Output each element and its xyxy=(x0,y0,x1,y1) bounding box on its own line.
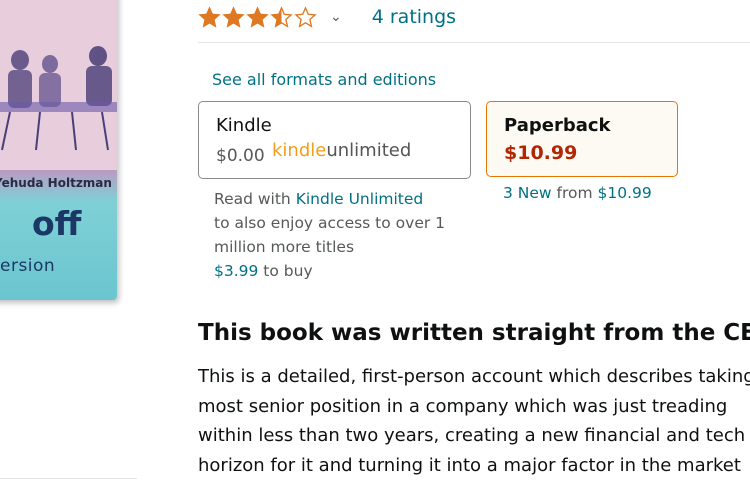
kindle-subtext-line3: million more titles xyxy=(214,238,355,256)
kindle-subtext-line2: to also enjoy access to over 1 xyxy=(214,214,446,232)
paperback-price: $10.99 xyxy=(504,142,578,164)
paperback-subtext: 3 New from $10.99 xyxy=(503,184,652,202)
description-line: horizon for it and turning it into a maj… xyxy=(198,454,741,476)
cover-illustration-icon xyxy=(0,0,117,170)
see-all-formats-link[interactable]: See all formats and editions xyxy=(212,70,436,89)
book-cover-image[interactable]: Yehuda Holtzman off ersion xyxy=(0,0,117,300)
description-line: most senior position in a company which … xyxy=(198,395,728,417)
star-icon xyxy=(246,5,269,28)
kindle-format-title: Kindle xyxy=(216,115,272,136)
cover-title-text: off xyxy=(32,204,82,243)
ku-logo-kindle: kindle xyxy=(272,140,327,161)
kindle-unlimited-logo: kindleunlimited xyxy=(272,140,411,161)
rating-row: ⌄ 4 ratings xyxy=(198,2,456,32)
ku-logo-unlimited: unlimited xyxy=(326,140,412,161)
description-heading: This book was written straight from the … xyxy=(198,320,750,346)
kindle-price: $0.00 xyxy=(216,146,265,166)
new-offers-link[interactable]: 3 New xyxy=(503,184,552,202)
description-line: This is a detailed, first-person account… xyxy=(198,366,750,387)
format-option-kindle[interactable]: Kindle $0.00 kindleunlimited xyxy=(198,101,471,179)
ratings-count-link[interactable]: 4 ratings xyxy=(372,6,456,28)
chevron-down-icon[interactable]: ⌄ xyxy=(330,9,342,25)
from-price-link[interactable]: $10.99 xyxy=(598,184,652,202)
kindle-unlimited-link[interactable]: Kindle Unlimited xyxy=(296,190,424,208)
format-option-paperback[interactable]: Paperback $10.99 xyxy=(486,101,678,177)
buy-price-link[interactable]: $3.99 xyxy=(214,262,258,280)
left-divider xyxy=(0,478,137,479)
description-line: within less than two years, creating a n… xyxy=(198,425,746,446)
from-text: from xyxy=(551,184,598,202)
cover-subtitle-text: ersion xyxy=(0,256,56,276)
star-icon xyxy=(294,5,317,28)
star-icon xyxy=(222,5,245,28)
star-rating[interactable] xyxy=(198,5,318,29)
section-divider xyxy=(198,42,750,43)
star-icon xyxy=(270,5,293,28)
buy-suffix-text: to buy xyxy=(258,262,313,280)
star-icon xyxy=(198,5,221,28)
kindle-subtext: Read with Kindle Unlimited to also enjoy… xyxy=(214,187,464,283)
read-with-text: Read with xyxy=(214,190,296,208)
paperback-format-title: Paperback xyxy=(504,115,611,136)
description-body: This is a detailed, first-person account… xyxy=(198,362,750,480)
cover-author-text: Yehuda Holtzman xyxy=(0,176,112,190)
